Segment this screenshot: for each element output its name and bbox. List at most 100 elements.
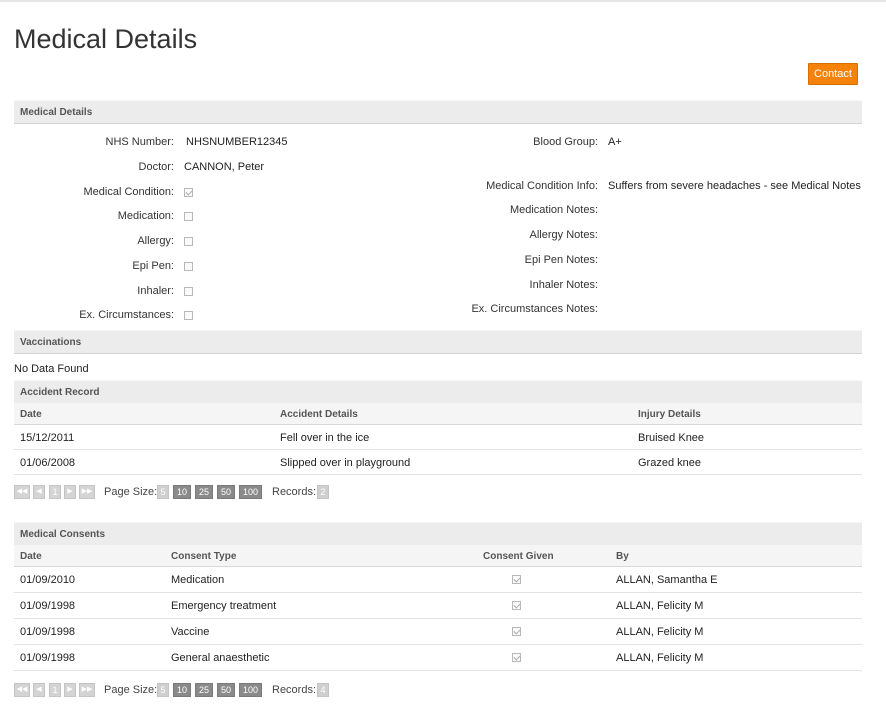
accident-date: 15/12/2011 bbox=[20, 432, 75, 444]
consents-table: Date Consent Type Consent Given By 01/09… bbox=[14, 545, 862, 671]
records-label: Records: bbox=[272, 684, 317, 696]
consent-by: ALLAN, Felicity M bbox=[616, 626, 704, 638]
ex-circumstances-checkbox[interactable] bbox=[184, 311, 193, 320]
medication-checkbox[interactable] bbox=[184, 212, 193, 221]
medical-condition-checkbox[interactable] bbox=[184, 188, 193, 197]
consent-type: Vaccine bbox=[171, 626, 210, 638]
records-count: 2 bbox=[317, 485, 329, 499]
first-page-icon[interactable]: ◀◀ bbox=[14, 485, 30, 499]
ex-circumstances-notes-label: Ex. Circumstances Notes: bbox=[471, 303, 598, 315]
accident-table-header: Date Accident Details Injury Details bbox=[14, 403, 862, 425]
accident-details: Fell over in the ice bbox=[280, 432, 370, 444]
column-header-date[interactable]: Date bbox=[20, 551, 42, 562]
epi-pen-notes-label: Epi Pen Notes: bbox=[524, 254, 598, 266]
consent-given-checkbox[interactable] bbox=[512, 627, 521, 636]
last-page-icon[interactable]: ▶▶ bbox=[79, 683, 95, 697]
page-size-100[interactable]: 100 bbox=[239, 485, 262, 499]
vaccinations-empty-text: No Data Found bbox=[14, 363, 89, 375]
page-number[interactable]: 1 bbox=[49, 683, 61, 697]
vaccinations-header: Vaccinations bbox=[14, 330, 862, 354]
page-size-label: Page Size: bbox=[104, 486, 158, 498]
medication-label: Medication: bbox=[117, 210, 174, 222]
medical-condition-label: Medical Condition: bbox=[83, 186, 175, 198]
consent-date: 01/09/1998 bbox=[20, 600, 76, 612]
column-header-by[interactable]: By bbox=[616, 551, 629, 562]
consent-type: General anaesthetic bbox=[171, 652, 270, 664]
medical-consents-header: Medical Consents bbox=[14, 522, 862, 546]
injury-details: Bruised Knee bbox=[638, 432, 705, 444]
consent-given-checkbox[interactable] bbox=[512, 653, 521, 662]
allergy-label: Allergy: bbox=[137, 235, 174, 247]
accident-record-header: Accident Record bbox=[14, 380, 862, 404]
page-size-50[interactable]: 50 bbox=[217, 683, 235, 697]
doctor-label: Doctor: bbox=[138, 161, 174, 173]
top-divider bbox=[0, 0, 886, 2]
page-title: Medical Details bbox=[14, 24, 198, 54]
blood-group-value: A+ bbox=[608, 136, 622, 148]
column-header-date[interactable]: Date bbox=[20, 409, 42, 420]
table-row[interactable]: 01/09/1998 Emergency treatment ALLAN, Fe… bbox=[14, 593, 862, 619]
injury-details: Grazed knee bbox=[638, 457, 701, 469]
page-size-10[interactable]: 10 bbox=[173, 683, 191, 697]
column-header-accident-details[interactable]: Accident Details bbox=[280, 409, 358, 420]
next-page-icon[interactable]: ▶ bbox=[64, 485, 76, 499]
doctor-value: CANNON, Peter bbox=[184, 161, 265, 173]
page-number[interactable]: 1 bbox=[49, 485, 61, 499]
medical-condition-info-label: Medical Condition Info: bbox=[486, 180, 598, 192]
first-page-icon[interactable]: ◀◀ bbox=[14, 683, 30, 697]
consent-date: 01/09/1998 bbox=[20, 626, 76, 638]
nhs-number-label: NHS Number: bbox=[105, 136, 174, 148]
allergy-checkbox[interactable] bbox=[184, 237, 193, 246]
next-page-icon[interactable]: ▶ bbox=[64, 683, 76, 697]
page-size-5[interactable]: 5 bbox=[157, 683, 169, 697]
medication-notes-label: Medication Notes: bbox=[509, 204, 598, 216]
medical-condition-info-value: Suffers from severe headaches - see Medi… bbox=[608, 180, 861, 192]
page-size-10[interactable]: 10 bbox=[173, 485, 191, 499]
consents-table-header: Date Consent Type Consent Given By bbox=[14, 545, 862, 567]
contact-button[interactable]: Contact bbox=[808, 63, 858, 85]
consents-pager: ◀◀ ◀ 1 ▶ ▶▶ Page Size: 5 10 25 50 100 Re… bbox=[14, 683, 614, 699]
page-size-50[interactable]: 50 bbox=[217, 485, 235, 499]
table-row[interactable]: 15/12/2011 Fell over in the ice Bruised … bbox=[14, 425, 862, 450]
accident-pager: ◀◀ ◀ 1 ▶ ▶▶ Page Size: 5 10 25 50 100 Re… bbox=[14, 485, 614, 501]
blood-group-label: Blood Group: bbox=[533, 136, 598, 148]
consent-date: 01/09/1998 bbox=[20, 652, 76, 664]
consent-type: Medication bbox=[171, 574, 225, 586]
last-page-icon[interactable]: ▶▶ bbox=[79, 485, 95, 499]
table-row[interactable]: 01/09/1998 Vaccine ALLAN, Felicity M bbox=[14, 619, 862, 645]
prev-page-icon[interactable]: ◀ bbox=[33, 683, 45, 697]
table-row[interactable]: 01/09/1998 General anaesthetic ALLAN, Fe… bbox=[14, 645, 862, 671]
page-size-100[interactable]: 100 bbox=[239, 683, 262, 697]
consent-given-checkbox[interactable] bbox=[512, 575, 521, 584]
accident-date: 01/06/2008 bbox=[20, 457, 76, 469]
nhs-number-value: NHSNUMBER12345 bbox=[186, 136, 288, 148]
table-row[interactable]: 01/09/2010 Medication ALLAN, Samantha E bbox=[14, 567, 862, 593]
inhaler-checkbox[interactable] bbox=[184, 287, 193, 296]
page-size-25[interactable]: 25 bbox=[195, 683, 213, 697]
inhaler-notes-label: Inhaler Notes: bbox=[529, 279, 598, 291]
accident-details: Slipped over in playground bbox=[280, 457, 411, 469]
allergy-notes-label: Allergy Notes: bbox=[529, 229, 598, 241]
prev-page-icon[interactable]: ◀ bbox=[33, 485, 45, 499]
column-header-consent-given[interactable]: Consent Given bbox=[483, 551, 554, 562]
consent-by: ALLAN, Felicity M bbox=[616, 600, 704, 612]
epi-pen-label: Epi Pen: bbox=[132, 260, 174, 272]
consent-by: ALLAN, Samantha E bbox=[616, 574, 718, 586]
ex-circumstances-label: Ex. Circumstances: bbox=[79, 309, 174, 321]
records-count: 4 bbox=[317, 683, 329, 697]
consent-date: 01/09/2010 bbox=[20, 574, 76, 586]
records-label: Records: bbox=[272, 486, 317, 498]
consent-by: ALLAN, Felicity M bbox=[616, 652, 704, 664]
page-size-25[interactable]: 25 bbox=[195, 485, 213, 499]
inhaler-label: Inhaler: bbox=[137, 285, 174, 297]
medical-details-header: Medical Details bbox=[14, 100, 862, 124]
consent-given-checkbox[interactable] bbox=[512, 601, 521, 610]
column-header-consent-type[interactable]: Consent Type bbox=[171, 551, 236, 562]
accident-table: Date Accident Details Injury Details 15/… bbox=[14, 403, 862, 475]
epi-pen-checkbox[interactable] bbox=[184, 262, 193, 271]
table-row[interactable]: 01/06/2008 Slipped over in playground Gr… bbox=[14, 450, 862, 475]
consent-type: Emergency treatment bbox=[171, 600, 277, 612]
page-size-label: Page Size: bbox=[104, 684, 158, 696]
page-size-5[interactable]: 5 bbox=[157, 485, 169, 499]
column-header-injury-details[interactable]: Injury Details bbox=[638, 409, 701, 420]
